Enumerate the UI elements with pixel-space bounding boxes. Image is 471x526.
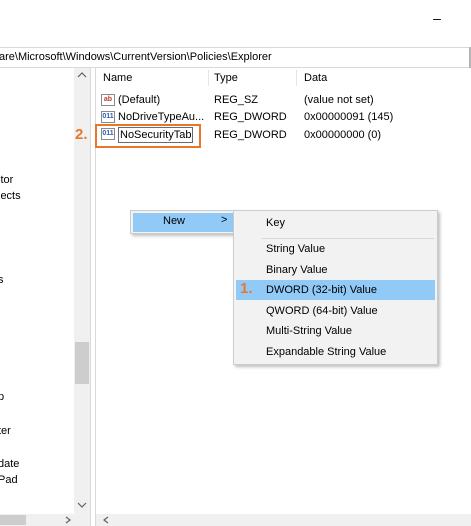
address-path: are\Microsoft\Windows\CurrentVersion\Pol… <box>0 51 272 63</box>
minimize-button[interactable]: – <box>425 8 449 28</box>
value-data: 0x00000091 (145) <box>304 111 394 123</box>
tree-item[interactable]: Pad <box>0 474 18 486</box>
scroll-down-arrow-icon[interactable] <box>74 500 90 512</box>
column-header-name[interactable]: Name <box>103 72 132 84</box>
menu-item-binary-value[interactable]: Binary Value <box>266 264 328 276</box>
tree-item[interactable]: itor <box>0 174 13 186</box>
new-submenu: Key String Value Binary Value DWORD (32-… <box>233 210 438 365</box>
context-menu: New > <box>130 210 235 234</box>
column-divider[interactable] <box>208 70 209 86</box>
address-bar[interactable]: are\Microsoft\Windows\CurrentVersion\Pol… <box>0 47 471 68</box>
tree-item[interactable]: p <box>0 391 4 403</box>
tree-scroll-thumb[interactable] <box>75 342 89 384</box>
tree-hscroll-thumb[interactable] <box>0 515 26 525</box>
dword-value-icon: 011 <box>101 111 115 123</box>
value-type: REG_DWORD <box>214 111 287 123</box>
tree-item[interactable]: jects <box>0 190 21 202</box>
value-data: 0x00000000 (0) <box>304 129 382 141</box>
step-2-label: 2. <box>75 126 88 143</box>
annotation-highlight-box <box>95 124 201 148</box>
list-horizontal-scrollbar[interactable] <box>96 514 471 526</box>
step-1-label: 1. <box>240 280 253 297</box>
menu-item-string-value[interactable]: String Value <box>266 243 325 255</box>
tree-item[interactable]: s <box>0 274 4 286</box>
value-name[interactable]: NoDriveTypeAu... <box>118 111 204 123</box>
scroll-left-arrow-icon[interactable] <box>98 514 114 526</box>
value-type: REG_DWORD <box>214 129 287 141</box>
menu-item-new-label: New <box>163 215 186 227</box>
chevron-right-icon: > <box>221 214 228 226</box>
value-type: REG_SZ <box>214 94 259 106</box>
column-header-data[interactable]: Data <box>304 72 327 84</box>
menu-item-key[interactable]: Key <box>266 217 285 229</box>
title-bar: – <box>0 0 471 46</box>
menu-item-qword-value[interactable]: QWORD (64-bit) Value <box>266 305 378 317</box>
menu-item-expandable-string-value[interactable]: Expandable String Value <box>266 346 386 358</box>
menu-separator <box>262 238 434 239</box>
menu-item-multi-string-value[interactable]: Multi-String Value <box>266 325 352 337</box>
value-data: (value not set) <box>304 94 374 106</box>
value-name[interactable]: (Default) <box>118 94 160 106</box>
menu-item-dword-value[interactable]: DWORD (32-bit) Value <box>266 284 377 296</box>
string-value-icon: ab <box>101 94 115 106</box>
scroll-up-arrow-icon[interactable] <box>74 70 90 82</box>
tree-item[interactable]: date <box>0 458 19 470</box>
tree-item[interactable]: ter <box>0 425 11 437</box>
column-divider[interactable] <box>296 70 297 86</box>
column-header-type[interactable]: Type <box>214 72 238 84</box>
scroll-right-arrow-icon[interactable] <box>60 514 76 526</box>
